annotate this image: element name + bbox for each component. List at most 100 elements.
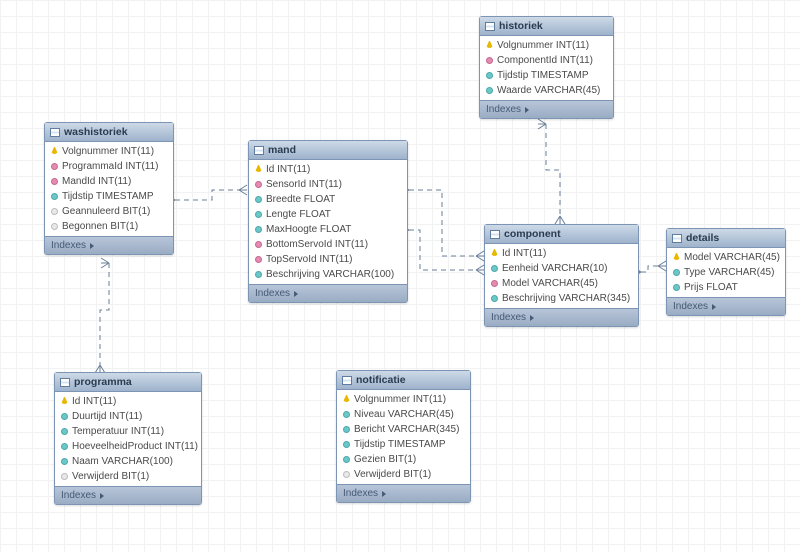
indexes-label: Indexes <box>491 312 526 323</box>
column-row[interactable]: Type VARCHAR(45) <box>667 265 785 280</box>
chevron-right-icon <box>100 493 104 499</box>
column-row[interactable]: TopServoId INT(11) <box>249 252 407 267</box>
column-row[interactable]: HoeveelheidProduct INT(11) <box>55 439 201 454</box>
column-row[interactable]: Volgnummer INT(11) <box>337 392 470 407</box>
column-type-icon <box>61 413 68 420</box>
entity-washistoriek[interactable]: washistoriekVolgnummer INT(11)ProgrammaI… <box>44 122 174 255</box>
indexes-section[interactable]: Indexes <box>55 486 201 504</box>
table-icon <box>490 230 500 239</box>
column-row[interactable]: Verwijderd BIT(1) <box>337 467 470 482</box>
column-row[interactable]: ProgrammaId INT(11) <box>45 159 173 174</box>
column-row[interactable]: MaxHoogte FLOAT <box>249 222 407 237</box>
column-list: Volgnummer INT(11)ProgrammaId INT(11) Man… <box>45 142 173 236</box>
entity-header[interactable]: washistoriek <box>45 123 173 142</box>
column-row[interactable]: Tijdstip TIMESTAMP <box>480 68 613 83</box>
column-type-icon <box>51 178 58 185</box>
primary-key-icon <box>343 395 350 402</box>
column-row[interactable]: Lengte FLOAT <box>249 207 407 222</box>
column-type-icon <box>51 193 58 200</box>
chevron-right-icon <box>530 315 534 321</box>
column-type-icon <box>343 441 350 448</box>
column-label: Verwijderd BIT(1) <box>354 469 431 480</box>
column-row[interactable]: Naam VARCHAR(100) <box>55 454 201 469</box>
column-type-icon <box>491 265 498 272</box>
column-row[interactable]: Beschrijving VARCHAR(345) <box>485 291 638 306</box>
entity-header[interactable]: historiek <box>480 17 613 36</box>
column-label: SensorId INT(11) <box>266 179 342 190</box>
column-row[interactable]: Temperatuur INT(11) <box>55 424 201 439</box>
column-row[interactable]: Beschrijving VARCHAR(100) <box>249 267 407 282</box>
chevron-right-icon <box>382 491 386 497</box>
column-label: Id INT(11) <box>72 396 116 407</box>
indexes-section[interactable]: Indexes <box>480 100 613 118</box>
primary-key-icon <box>51 147 58 154</box>
column-label: Waarde VARCHAR(45) <box>497 85 600 96</box>
column-row[interactable]: Eenheid VARCHAR(10) <box>485 261 638 276</box>
column-row[interactable]: Verwijderd BIT(1) <box>55 469 201 484</box>
column-row[interactable]: Breedte FLOAT <box>249 192 407 207</box>
indexes-section[interactable]: Indexes <box>667 297 785 315</box>
column-row[interactable]: ComponentId INT(11) <box>480 53 613 68</box>
entity-notificatie[interactable]: notificatie Volgnummer INT(11) Niveau VARC… <box>336 370 471 503</box>
entity-mand[interactable]: mand Id INT(11) SensorId INT(11) Breedte FL… <box>248 140 408 303</box>
entity-title: historiek <box>499 20 543 32</box>
column-row[interactable]: SensorId INT(11) <box>249 177 407 192</box>
table-icon <box>254 146 264 155</box>
column-label: Volgnummer INT(11) <box>354 394 446 405</box>
column-row[interactable]: Gezien BIT(1) <box>337 452 470 467</box>
entity-header[interactable]: component <box>485 225 638 244</box>
column-row[interactable]: Prijs FLOAT <box>667 280 785 295</box>
column-row[interactable]: Tijdstip TIMESTAMP <box>45 189 173 204</box>
column-type-icon <box>255 271 262 278</box>
column-row[interactable]: Waarde VARCHAR(45) <box>480 83 613 98</box>
indexes-section[interactable]: Indexes <box>45 236 173 254</box>
column-row[interactable]: Begonnen BIT(1) <box>45 219 173 234</box>
indexes-section[interactable]: Indexes <box>337 484 470 502</box>
column-label: MandId INT(11) <box>62 176 131 187</box>
column-row[interactable]: Tijdstip TIMESTAMP <box>337 437 470 452</box>
column-label: Tijdstip TIMESTAMP <box>62 191 154 202</box>
column-row[interactable]: Bericht VARCHAR(345) <box>337 422 470 437</box>
indexes-section[interactable]: Indexes <box>249 284 407 302</box>
column-row[interactable]: Id INT(11) <box>485 246 638 261</box>
indexes-section[interactable]: Indexes <box>485 308 638 326</box>
entity-title: component <box>504 228 561 240</box>
column-row[interactable]: Volgnummer INT(11) <box>45 144 173 159</box>
chevron-right-icon <box>90 243 94 249</box>
entity-component[interactable]: component Id INT(11) Eenheid VARCHAR(10)Mo… <box>484 224 639 327</box>
column-row[interactable]: Model VARCHAR(45) <box>485 276 638 291</box>
primary-key-icon <box>486 41 493 48</box>
column-type-icon <box>51 208 58 215</box>
column-label: ComponentId INT(11) <box>497 55 593 66</box>
column-label: Lengte FLOAT <box>266 209 331 220</box>
column-type-icon <box>343 411 350 418</box>
column-row[interactable]: Id INT(11) <box>55 394 201 409</box>
column-row[interactable]: BottomServoId INT(11) <box>249 237 407 252</box>
entity-details[interactable]: details Model VARCHAR(45)Type VARCHAR(45)… <box>666 228 786 316</box>
column-list: Id INT(11) Eenheid VARCHAR(10)Model VARCH… <box>485 244 638 308</box>
column-label: BottomServoId INT(11) <box>266 239 368 250</box>
entity-header[interactable]: details <box>667 229 785 248</box>
entity-header[interactable]: mand <box>249 141 407 160</box>
column-label: Id INT(11) <box>502 248 546 259</box>
entity-header[interactable]: programma <box>55 373 201 392</box>
column-list: Id INT(11) Duurtijd INT(11)Temperatuur IN… <box>55 392 201 486</box>
entity-programma[interactable]: programma Id INT(11) Duurtijd INT(11)Tempe… <box>54 372 202 505</box>
column-row[interactable]: Niveau VARCHAR(45) <box>337 407 470 422</box>
column-row[interactable]: Model VARCHAR(45) <box>667 250 785 265</box>
column-row[interactable]: Volgnummer INT(11) <box>480 38 613 53</box>
column-row[interactable]: Id INT(11) <box>249 162 407 177</box>
column-list: Volgnummer INT(11) Niveau VARCHAR(45) Beri… <box>337 390 470 484</box>
column-label: Bericht VARCHAR(345) <box>354 424 459 435</box>
entity-title: details <box>686 232 719 244</box>
column-type-icon <box>486 57 493 64</box>
column-label: Breedte FLOAT <box>266 194 335 205</box>
column-row[interactable]: Duurtijd INT(11) <box>55 409 201 424</box>
entity-header[interactable]: notificatie <box>337 371 470 390</box>
column-label: Geannuleerd BIT(1) <box>62 206 150 217</box>
column-row[interactable]: Geannuleerd BIT(1) <box>45 204 173 219</box>
entity-historiek[interactable]: historiek Volgnummer INT(11) ComponentId I… <box>479 16 614 119</box>
column-type-icon <box>491 295 498 302</box>
column-type-icon <box>51 163 58 170</box>
column-row[interactable]: MandId INT(11) <box>45 174 173 189</box>
